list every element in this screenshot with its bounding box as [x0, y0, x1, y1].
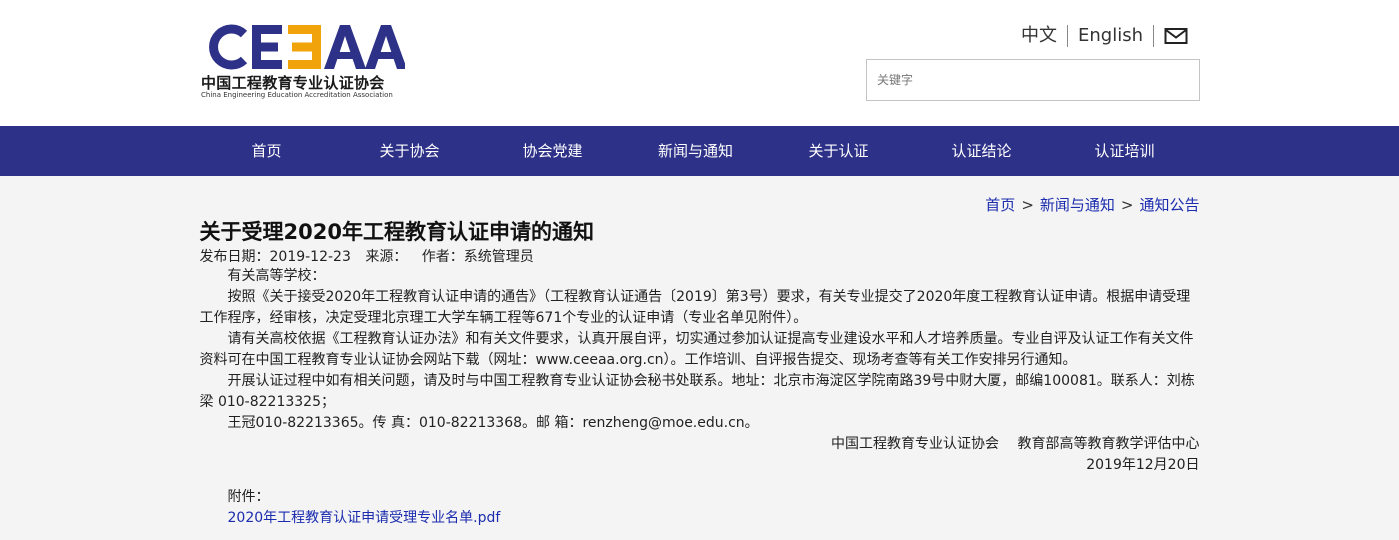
lang-chinese-link[interactable]: 中文 [1011, 25, 1067, 47]
article-sign-date: 2019年12月20日 [1086, 457, 1200, 473]
publish-date: 发布日期：2019-12-23 [199, 249, 351, 265]
language-bar: 中文 English [1011, 24, 1188, 48]
nav-item-results[interactable]: 认证结论 [910, 126, 1053, 176]
nav-item-party[interactable]: 协会党建 [481, 126, 624, 176]
site-logo[interactable]: 中国工程教育专业认证协会 China Engineering Education… [200, 22, 410, 102]
article-body: 有关高等学校： 按照《关于接受2020年工程教育认证申请的通告》（工程教育认证通… [200, 266, 1200, 529]
breadcrumb-separator: > [1120, 196, 1134, 214]
article-source: 来源： [365, 249, 408, 265]
article-title: 关于受理2020年工程教育认证申请的通知 [199, 220, 594, 244]
mail-icon[interactable] [1154, 27, 1188, 45]
breadcrumb-news[interactable]: 新闻与通知 [1040, 196, 1115, 214]
article-paragraph: 按照《关于接受2020年工程教育认证申请的通告》（工程教育认证通告〔2019〕第… [199, 289, 1191, 326]
logo-chinese-name: 中国工程教育专业认证协会 [201, 74, 385, 92]
nav-item-home[interactable]: 首页 [195, 126, 338, 176]
nav-item-about[interactable]: 关于协会 [338, 126, 481, 176]
article-author: 作者：系统管理员 [421, 249, 534, 265]
attachment-link[interactable]: 2020年工程教育认证申请受理专业名单.pdf [228, 510, 501, 526]
lang-english-link[interactable]: English [1068, 25, 1153, 47]
article-salutation: 有关高等学校： [227, 268, 326, 284]
article-paragraph: 王冠010-82213365。传 真：010-82213368。邮 箱：renz… [227, 415, 759, 431]
breadcrumb-home[interactable]: 首页 [985, 196, 1015, 214]
nav-item-accreditation[interactable]: 关于认证 [767, 126, 910, 176]
main-nav: 首页 关于协会 协会党建 新闻与通知 关于认证 认证结论 认证培训 [0, 126, 1399, 176]
breadcrumb-separator: > [1021, 196, 1034, 214]
site-header: 中国工程教育专业认证协会 China Engineering Education… [0, 0, 1399, 126]
article-signature: 中国工程教育专业认证协会 教育部高等教育教学评估中心 [831, 436, 1200, 452]
article-paragraph: 开展认证过程中如有相关问题，请及时与中国工程教育专业认证协会秘书处联系。地址：北… [199, 373, 1195, 410]
nav-item-news[interactable]: 新闻与通知 [624, 126, 767, 176]
attachment-label: 附件： [227, 489, 270, 505]
breadcrumb-notices[interactable]: 通知公告 [1139, 196, 1199, 214]
breadcrumb: 首页 > 新闻与通知 > 通知公告 [985, 194, 1199, 215]
article-paragraph: 请有关高校依据《工程教育认证办法》和有关文件要求，认真开展自评，切实通过参加认证… [199, 331, 1194, 368]
nav-item-training[interactable]: 认证培训 [1053, 126, 1196, 176]
search-input[interactable] [866, 59, 1200, 101]
ceeaa-logo-mark [209, 24, 405, 70]
article-meta: 发布日期：2019-12-23 来源： 作者：系统管理员 [200, 246, 544, 266]
logo-english-name: China Engineering Education Accreditatio… [201, 91, 393, 99]
